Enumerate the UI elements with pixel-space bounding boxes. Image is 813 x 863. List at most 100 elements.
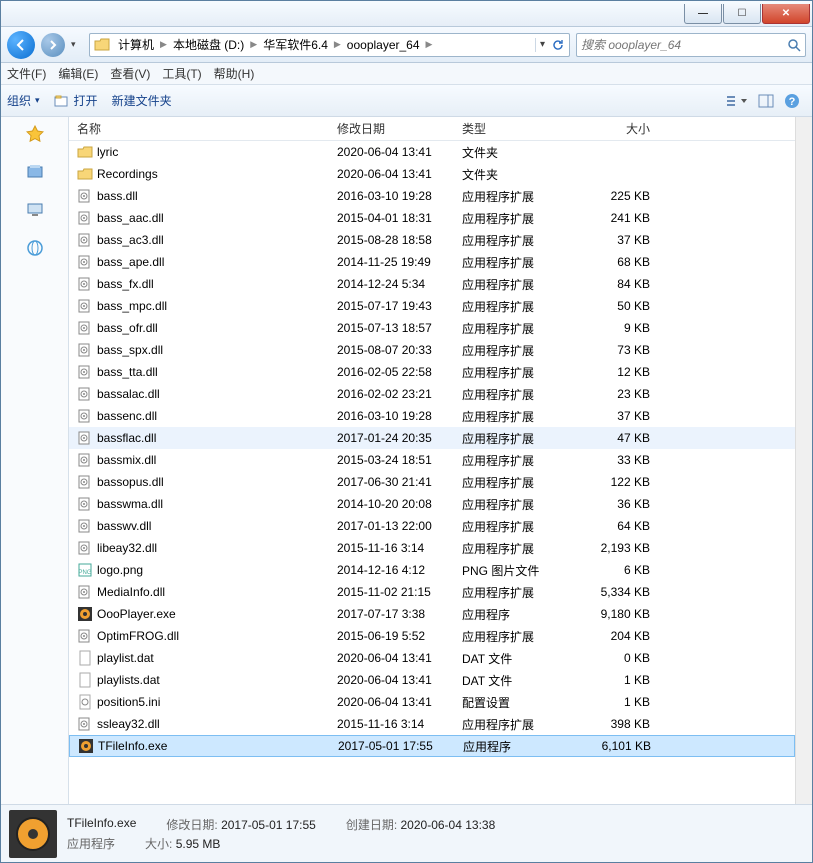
minimize-button[interactable]: — [684, 4, 722, 24]
file-list[interactable]: lyric2020-06-04 13:41文件夹Recordings2020-0… [69, 141, 795, 804]
search-icon[interactable] [787, 38, 801, 52]
back-button[interactable] [7, 31, 35, 59]
file-row[interactable]: bassenc.dll2016-03-10 19:28应用程序扩展37 KB [69, 405, 795, 427]
forward-button[interactable] [41, 33, 65, 57]
maximize-button[interactable]: ☐ [723, 4, 761, 24]
file-row[interactable]: bassmix.dll2015-03-24 18:51应用程序扩展33 KB [69, 449, 795, 471]
breadcrumb[interactable]: 计算机 [114, 34, 158, 56]
file-row[interactable]: bassopus.dll2017-06-30 21:41应用程序扩展122 KB [69, 471, 795, 493]
file-icon [77, 540, 93, 556]
file-type: 应用程序扩展 [454, 210, 566, 227]
toolbar: 组织▾ 打开 新建文件夹 ? [1, 85, 812, 117]
file-name: bassopus.dll [97, 475, 164, 489]
breadcrumb[interactable]: 华军软件6.4 [259, 34, 332, 56]
file-icon [77, 452, 93, 468]
breadcrumb[interactable]: oooplayer_64 [343, 34, 424, 56]
sidebar [1, 117, 69, 804]
file-row[interactable]: MediaInfo.dll2015-11-02 21:15应用程序扩展5,334… [69, 581, 795, 603]
file-row[interactable]: position5.ini2020-06-04 13:41配置设置1 KB [69, 691, 795, 713]
libraries-icon[interactable] [26, 163, 44, 181]
file-row[interactable]: bass_ac3.dll2015-08-28 18:58应用程序扩展37 KB [69, 229, 795, 251]
file-date: 2015-03-24 18:51 [329, 453, 454, 467]
menu-help[interactable]: 帮助(H) [214, 65, 255, 82]
file-name: bass_fx.dll [97, 277, 154, 291]
file-type: DAT 文件 [454, 672, 566, 689]
folder-icon [92, 35, 112, 55]
computer-icon[interactable] [26, 201, 44, 219]
close-button[interactable]: ✕ [762, 4, 810, 24]
file-size: 0 KB [566, 651, 666, 665]
file-icon [77, 628, 93, 644]
file-size: 6,101 KB [567, 739, 667, 753]
file-row[interactable]: bass.dll2016-03-10 19:28应用程序扩展225 KB [69, 185, 795, 207]
open-button[interactable]: 打开 [54, 92, 98, 109]
organize-button[interactable]: 组织▾ [7, 92, 40, 109]
file-row[interactable]: bassalac.dll2016-02-02 23:21应用程序扩展23 KB [69, 383, 795, 405]
file-icon [77, 606, 93, 622]
view-options-button[interactable] [726, 94, 748, 108]
file-type: 文件夹 [454, 144, 566, 161]
file-name: OptimFROG.dll [97, 629, 179, 643]
file-row[interactable]: basswma.dll2014-10-20 20:08应用程序扩展36 KB [69, 493, 795, 515]
file-row[interactable]: bass_spx.dll2015-08-07 20:33应用程序扩展73 KB [69, 339, 795, 361]
file-row[interactable]: bass_tta.dll2016-02-05 22:58应用程序扩展12 KB [69, 361, 795, 383]
file-row[interactable]: ssleay32.dll2015-11-16 3:14应用程序扩展398 KB [69, 713, 795, 735]
address-bar[interactable]: 计算机▶ 本地磁盘 (D:)▶ 华军软件6.4▶ oooplayer_64▶ ▾ [89, 33, 570, 57]
file-date: 2015-08-07 20:33 [329, 343, 454, 357]
breadcrumb[interactable]: 本地磁盘 (D:) [169, 34, 248, 56]
detail-size-label: 大小: [145, 837, 172, 851]
file-row[interactable]: lyric2020-06-04 13:41文件夹 [69, 141, 795, 163]
address-dropdown[interactable]: ▾ [540, 39, 545, 50]
file-row[interactable]: PNGlogo.png2014-12-16 4:12PNG 图片文件6 KB [69, 559, 795, 581]
search-box[interactable] [576, 33, 806, 57]
file-row[interactable]: bass_mpc.dll2015-07-17 19:43应用程序扩展50 KB [69, 295, 795, 317]
col-name[interactable]: 名称 [69, 120, 329, 137]
file-row[interactable]: OooPlayer.exe2017-07-17 3:38应用程序9,180 KB [69, 603, 795, 625]
file-icon [77, 188, 93, 204]
file-row[interactable]: bass_aac.dll2015-04-01 18:31应用程序扩展241 KB [69, 207, 795, 229]
file-row[interactable]: basswv.dll2017-01-13 22:00应用程序扩展64 KB [69, 515, 795, 537]
file-type: 应用程序扩展 [454, 474, 566, 491]
menu-view[interactable]: 查看(V) [110, 65, 150, 82]
file-name: bass_ape.dll [97, 255, 164, 269]
col-type[interactable]: 类型 [454, 120, 566, 137]
network-icon[interactable] [26, 239, 44, 257]
file-type: 应用程序扩展 [454, 254, 566, 271]
nav-bar: ▾ 计算机▶ 本地磁盘 (D:)▶ 华军软件6.4▶ oooplayer_64▶… [1, 27, 812, 63]
search-input[interactable] [581, 38, 787, 52]
new-folder-button[interactable]: 新建文件夹 [112, 92, 172, 109]
col-size[interactable]: 大小 [566, 120, 666, 137]
scrollbar[interactable] [795, 117, 812, 804]
file-date: 2014-12-24 5:34 [329, 277, 454, 291]
file-row[interactable]: playlist.dat2020-06-04 13:41DAT 文件0 KB [69, 647, 795, 669]
file-row[interactable]: playlists.dat2020-06-04 13:41DAT 文件1 KB [69, 669, 795, 691]
favorites-icon[interactable] [26, 125, 44, 143]
file-row[interactable]: TFileInfo.exe2017-05-01 17:55应用程序6,101 K… [69, 735, 795, 757]
menu-file[interactable]: 文件(F) [7, 65, 46, 82]
file-size: 398 KB [566, 717, 666, 731]
file-row[interactable]: OptimFROG.dll2015-06-19 5:52应用程序扩展204 KB [69, 625, 795, 647]
menu-tools[interactable]: 工具(T) [162, 65, 201, 82]
file-size: 84 KB [566, 277, 666, 291]
col-date[interactable]: 修改日期 [329, 120, 454, 137]
svg-text:?: ? [789, 96, 796, 108]
file-date: 2015-11-16 3:14 [329, 717, 454, 731]
file-row[interactable]: libeay32.dll2015-11-16 3:14应用程序扩展2,193 K… [69, 537, 795, 559]
menu-edit[interactable]: 编辑(E) [58, 65, 98, 82]
file-date: 2020-06-04 13:41 [329, 145, 454, 159]
file-type: 应用程序扩展 [454, 430, 566, 447]
file-row[interactable]: bassflac.dll2017-01-24 20:35应用程序扩展47 KB [69, 427, 795, 449]
refresh-icon[interactable] [551, 38, 565, 52]
file-name: libeay32.dll [97, 541, 157, 555]
file-row[interactable]: Recordings2020-06-04 13:41文件夹 [69, 163, 795, 185]
nav-history-dropdown[interactable]: ▾ [71, 39, 83, 50]
file-size: 12 KB [566, 365, 666, 379]
file-row[interactable]: bass_ofr.dll2015-07-13 18:57应用程序扩展9 KB [69, 317, 795, 339]
file-type: 应用程序 [454, 606, 566, 623]
file-name: basswma.dll [97, 497, 163, 511]
help-icon[interactable]: ? [784, 93, 800, 109]
preview-pane-button[interactable] [758, 94, 774, 108]
file-date: 2017-06-30 21:41 [329, 475, 454, 489]
file-row[interactable]: bass_fx.dll2014-12-24 5:34应用程序扩展84 KB [69, 273, 795, 295]
file-row[interactable]: bass_ape.dll2014-11-25 19:49应用程序扩展68 KB [69, 251, 795, 273]
